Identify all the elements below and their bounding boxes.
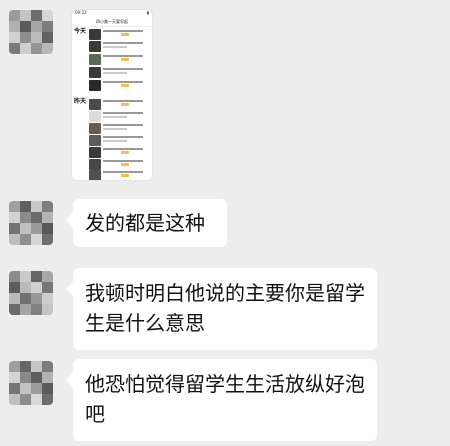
screenshot-post: [89, 54, 143, 65]
avatar[interactable]: [9, 201, 53, 245]
message-bubble[interactable]: 我顿时明白他说的主要你是留学生是什么意思: [66, 268, 377, 350]
screenshot-post: [89, 111, 143, 122]
message-text: 他恐怕觉得留学生生活放纵好泡吧: [85, 372, 365, 426]
screenshot-post: [89, 99, 143, 110]
screenshot-post: [89, 135, 143, 146]
screenshot-day-today: 今天: [74, 28, 87, 35]
screenshot-post: [89, 80, 143, 91]
screenshot-post: [89, 170, 143, 180]
screenshot-time: 09:23: [75, 10, 87, 15]
screenshot-post: [89, 41, 143, 52]
avatar[interactable]: [9, 361, 53, 405]
avatar[interactable]: [9, 10, 53, 54]
screenshot-post: [89, 147, 143, 158]
message-text: 我顿时明白他说的主要你是留学生是什么意思: [85, 281, 365, 335]
image-message[interactable]: 09:23 ▮ 四小美一天要早起 今天 昨天: [72, 10, 152, 180]
message-text: 发的都是这种: [85, 211, 205, 235]
message-bubble[interactable]: 他恐怕觉得留学生生活放纵好泡吧: [66, 359, 377, 441]
screenshot-status-bar: 09:23 ▮: [72, 10, 152, 18]
screenshot-post: [89, 29, 143, 40]
screenshot-post: [89, 67, 143, 78]
message-bubble[interactable]: 发的都是这种: [66, 199, 227, 247]
screenshot-title: 四小美一天要早起: [72, 18, 152, 27]
screenshot-post: [89, 159, 143, 170]
avatar[interactable]: [9, 271, 53, 315]
screenshot-day-yesterday: 昨天: [74, 98, 87, 105]
screenshot-post: [89, 123, 143, 134]
battery-icon: ▮: [146, 10, 149, 15]
